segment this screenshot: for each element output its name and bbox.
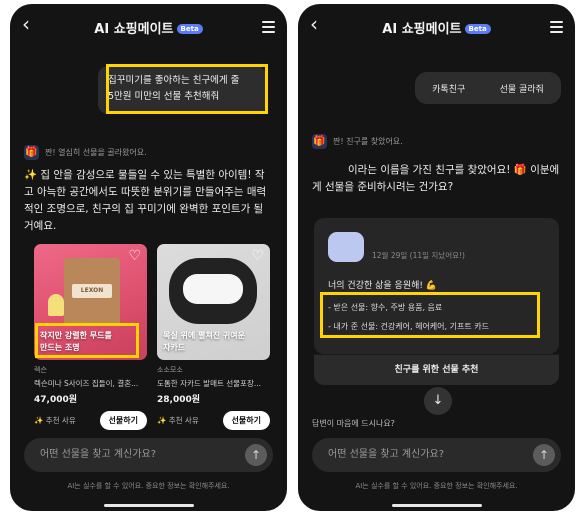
- lamp-image: [48, 294, 64, 316]
- product-caption: 목실 위에 펼쳐진 귀여운 자카드: [163, 330, 264, 354]
- product-actions: ✨ 추천 사유 선물하기: [157, 411, 270, 430]
- product-image[interactable]: ♡ 목실 위에 펼쳐진 귀여운 자카드: [157, 244, 270, 360]
- header: ‹ AI 쇼핑메이트 Beta: [298, 4, 575, 50]
- bag-label: LEXON: [72, 284, 112, 298]
- avatar: [328, 232, 364, 262]
- sparkle-icon: ✨: [157, 416, 169, 425]
- heart-icon[interactable]: ♡: [128, 249, 141, 263]
- caption-line: 자카드: [163, 343, 186, 352]
- friend-date: 12월 29일 (11일 지났어요!): [372, 251, 465, 260]
- menu-icon[interactable]: [262, 21, 275, 36]
- header: ‹ AI 쇼핑메이트 Beta: [10, 4, 287, 50]
- disclaimer: AI는 실수를 할 수 있어요. 중요한 정보는 확인해주세요.: [67, 482, 230, 490]
- chip-pick-gift[interactable]: 선물 골라줘: [500, 82, 544, 95]
- highlight-box: [320, 292, 540, 338]
- chat-input-placeholder: 어떤 선물을 찾고 계신가요?: [40, 449, 157, 460]
- arrow-down-icon[interactable]: ↓: [424, 387, 452, 415]
- app-title-text: AI 쇼핑메이트: [94, 22, 174, 37]
- bot-status: 🎁 짠! 열심히 선물을 골라왔어요.: [24, 145, 147, 160]
- beta-badge: Beta: [176, 24, 203, 34]
- chip-kakao-friend[interactable]: 카톡친구: [432, 82, 465, 95]
- recommend-reason[interactable]: ✨ 추천 사유: [34, 415, 76, 426]
- gift-button[interactable]: 선물하기: [99, 411, 147, 430]
- reason-label: 추천 사유: [45, 416, 76, 425]
- bot-answer: ✨ 집 안을 감성으로 물들일 수 있는 특별한 아이템! 작고 아늑한 공간에…: [24, 169, 267, 232]
- heart-icon[interactable]: ♡: [251, 249, 264, 263]
- chat-input-placeholder: 어떤 선물을 찾고 계신가요?: [328, 449, 445, 460]
- home-indicator: [391, 504, 482, 507]
- chat-input[interactable]: 어떤 선물을 찾고 계신가요? ↑: [312, 438, 561, 472]
- bot-answer: 이라는 이름을 가진 친구를 찾았어요! 🎁 이분에게 선물을 준비하시려는 건…: [312, 164, 560, 193]
- bot-status: 🎁 짠! 친구를 찾았어요.: [312, 134, 403, 149]
- highlight-box: [106, 64, 268, 114]
- gift-button[interactable]: 선물하기: [222, 411, 270, 430]
- mat-image: [169, 258, 257, 324]
- product-card[interactable]: ♡ 목실 위에 펼쳐진 귀여운 자카드 소소모소 도톰한 자카드 발매트 선물포…: [157, 244, 270, 430]
- left-phone-screen: ‹ AI 쇼핑메이트 Beta 집꾸미기를 좋아하는 친구에게 줄 5만원 미만의…: [10, 4, 287, 511]
- recommend-for-friend-button[interactable]: 친구를 위한 선물 추천: [314, 354, 559, 385]
- product-brand: 렉슨: [34, 366, 47, 374]
- send-icon[interactable]: ↑: [245, 444, 267, 466]
- bot-status-text: 짠! 친구를 찾았어요.: [333, 137, 403, 146]
- app-title-text: AI 쇼핑메이트: [382, 22, 462, 37]
- product-bag-image: LEXON: [64, 258, 120, 326]
- product-brand: 소소모소: [157, 366, 183, 374]
- send-icon[interactable]: ↑: [533, 444, 555, 466]
- product-actions: ✨ 추천 사유 선물하기: [34, 411, 147, 430]
- recommend-reason[interactable]: ✨ 추천 사유: [157, 415, 199, 426]
- gift-bot-icon: 🎁: [24, 145, 39, 160]
- beta-badge: Beta: [464, 24, 491, 34]
- home-indicator: [103, 504, 194, 507]
- sparkle-icon: ✨: [34, 416, 46, 425]
- friend-status-message: 너의 건강한 삶을 응원해! 💪: [328, 281, 438, 291]
- feedback-question: 답변이 마음에 드시나요?: [312, 419, 395, 428]
- gift-bot-icon: 🎁: [312, 134, 327, 149]
- product-name[interactable]: 도톰한 자카드 발매트 선물포장...: [157, 378, 270, 389]
- reason-label: 추천 사유: [168, 416, 199, 425]
- bot-status-text: 짠! 열심히 선물을 골라왔어요.: [45, 148, 147, 157]
- caption-line: 목실 위에 펼쳐진 귀여운: [163, 331, 245, 340]
- disclaimer: AI는 실수를 할 수 있어요. 중요한 정보는 확인해주세요.: [355, 482, 518, 490]
- product-price: 47,000원: [34, 395, 78, 405]
- product-name[interactable]: 렉슨미나 S사이즈 집들이, 결혼...: [34, 378, 147, 389]
- menu-icon[interactable]: [550, 21, 563, 36]
- app-title: AI 쇼핑메이트 Beta: [298, 18, 575, 37]
- highlight-box: [35, 323, 139, 358]
- right-phone-screen: ‹ AI 쇼핑메이트 Beta 카톡친구 선물 골라줘 🎁 짠! 친구를 찾았어요…: [298, 4, 575, 511]
- product-price: 28,000원: [157, 395, 201, 405]
- app-title: AI 쇼핑메이트 Beta: [10, 18, 287, 37]
- user-chips: 카톡친구 선물 골라줘: [415, 72, 561, 104]
- chat-input[interactable]: 어떤 선물을 찾고 계신가요? ↑: [24, 438, 273, 472]
